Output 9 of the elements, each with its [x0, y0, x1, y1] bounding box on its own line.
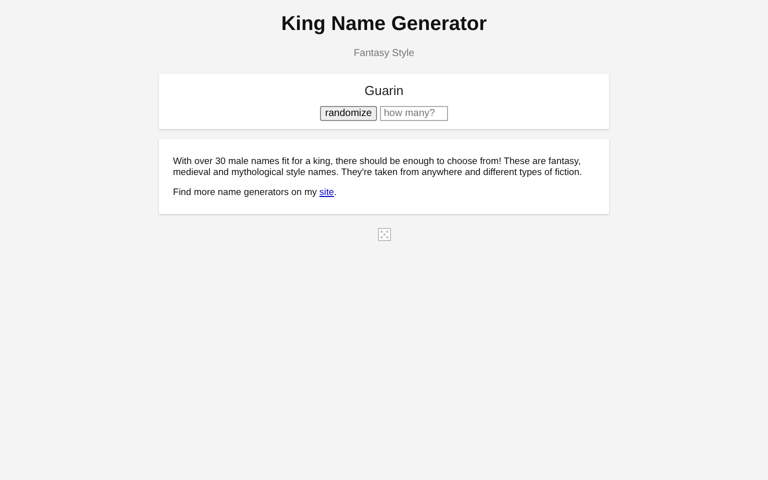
- site-link[interactable]: site: [319, 186, 334, 197]
- page-title: King Name Generator: [281, 12, 487, 36]
- generated-name: Guarin: [364, 83, 404, 98]
- description-text: With over 30 male names fit for a king, there should be enough to choose from! These are fantasy, medieval and mythological style names. They're taken from anywhere and different types of fiction.: [173, 155, 583, 177]
- page-subtitle: Fantasy Style: [354, 48, 414, 59]
- count-field[interactable]: how many?: [380, 106, 448, 121]
- more-generators-text: Find more name generators on my site.: [173, 186, 338, 197]
- dice-icon: [378, 228, 390, 241]
- randomize-button[interactable]: randomize: [320, 106, 377, 121]
